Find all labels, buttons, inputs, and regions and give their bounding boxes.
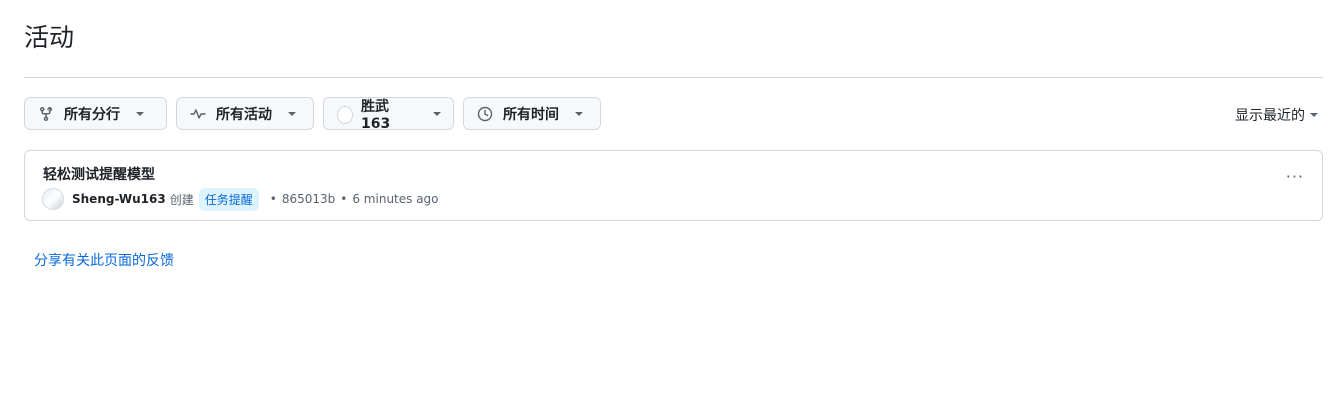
git-branch-icon <box>38 106 54 122</box>
separator-dot: • <box>269 192 277 206</box>
user-filter-label: 胜武163 <box>361 98 391 132</box>
sort-label: 显示最近的 <box>1235 108 1305 124</box>
avatar[interactable] <box>42 188 64 210</box>
title-divider <box>24 77 1323 78</box>
branch-filter-label: 所有分行 <box>64 106 120 123</box>
kebab-menu-icon[interactable]: ··· <box>1286 167 1304 186</box>
page-title: 活动 <box>24 23 75 52</box>
pulse-icon <box>190 106 206 122</box>
activity-title[interactable]: 轻松测试提醒模型 <box>43 164 155 184</box>
activity-page: 活动 所有分行 所有活动 胜武163 所有时间 显示最近的 轻松测试提醒模型 S… <box>0 0 1337 414</box>
branch-filter-button[interactable]: 所有分行 <box>24 97 167 130</box>
user-filter-button[interactable]: 胜武163 <box>323 97 454 132</box>
activity-verb: 创建 <box>169 192 194 207</box>
avatar-icon <box>337 105 353 124</box>
commit-sha-link[interactable]: 865013b <box>282 192 335 206</box>
activity-meta: Sheng-Wu163 创建 任务提醒 • 865013b • 6 minute… <box>42 187 439 211</box>
clock-icon <box>477 106 493 122</box>
chevron-down-icon <box>575 111 583 116</box>
time-filter-label: 所有时间 <box>503 106 559 123</box>
chevron-down-icon <box>288 111 296 116</box>
separator-dot: • <box>340 192 348 206</box>
activity-filter-button[interactable]: 所有活动 <box>176 97 314 130</box>
relative-time: 6 minutes ago <box>352 192 439 206</box>
sort-dropdown[interactable]: 显示最近的 <box>1235 105 1318 125</box>
feedback-link[interactable]: 分享有关此页面的反馈 <box>34 250 174 270</box>
username-link[interactable]: Sheng-Wu163 <box>72 192 166 206</box>
activity-card: 轻松测试提醒模型 Sheng-Wu163 创建 任务提醒 • 865013b •… <box>24 150 1323 221</box>
chevron-down-icon <box>433 111 441 116</box>
time-filter-button[interactable]: 所有时间 <box>463 97 601 130</box>
chevron-down-icon <box>136 111 144 116</box>
chevron-down-icon <box>1310 113 1318 117</box>
branch-badge[interactable]: 任务提醒 <box>198 187 259 211</box>
activity-filter-label: 所有活动 <box>216 106 272 123</box>
